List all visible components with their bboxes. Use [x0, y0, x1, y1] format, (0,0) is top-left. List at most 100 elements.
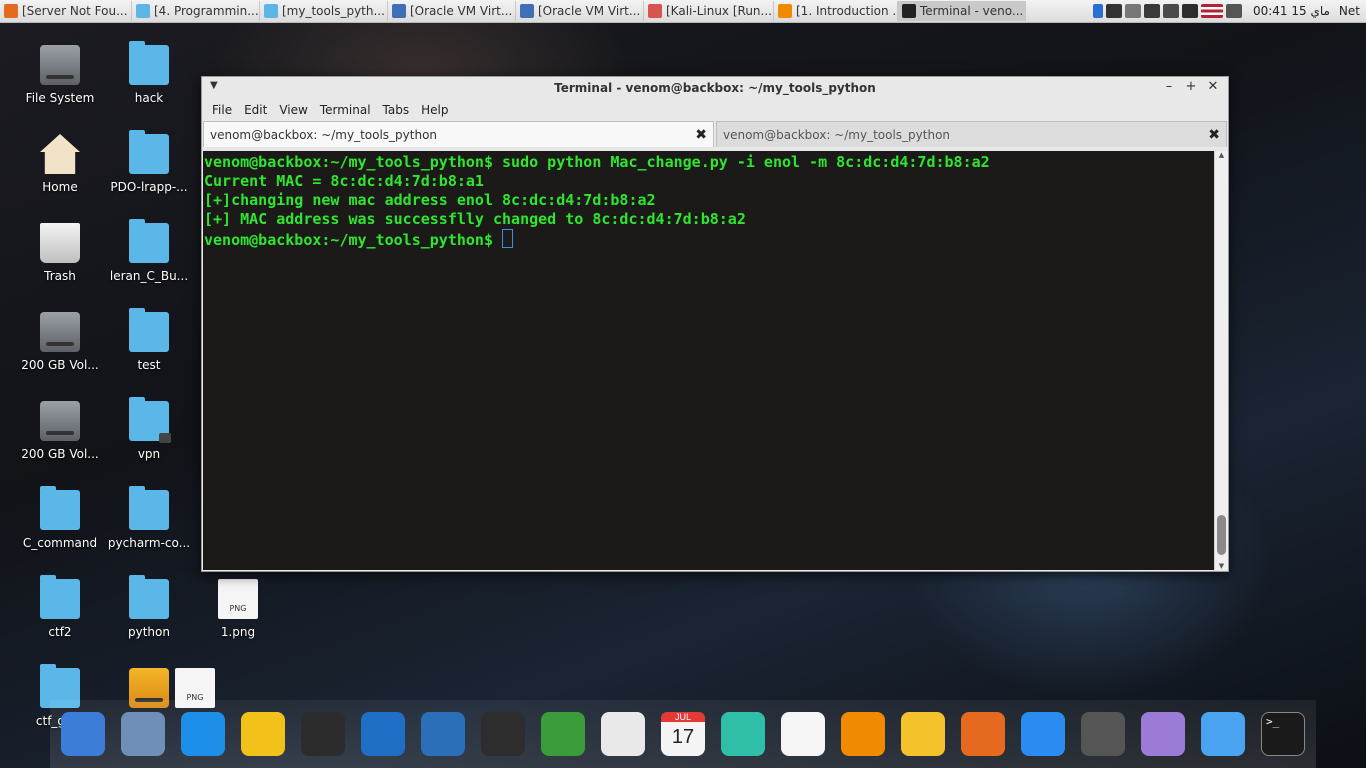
menu-edit[interactable]: Edit — [238, 103, 273, 117]
menu-file[interactable]: File — [206, 103, 238, 117]
scroll-thumb[interactable] — [1217, 515, 1226, 555]
desktop-icon[interactable]: 200 GB Vol... — [15, 401, 105, 461]
desktop-icon[interactable]: pycharm-co... — [104, 486, 194, 550]
finder-icon[interactable] — [1201, 712, 1245, 756]
desktop-icon-label: hack — [134, 91, 164, 105]
title-bar[interactable]: ▼ Terminal - venom@backbox: ~/my_tools_p… — [202, 77, 1228, 99]
desktop-icon-label: PDO-lrapp-... — [110, 180, 188, 194]
close-icon[interactable]: ✕ — [1206, 79, 1220, 94]
image-viewer-icon[interactable] — [1141, 712, 1185, 756]
maximize-icon[interactable]: + — [1184, 79, 1198, 94]
desktop-icon[interactable]: Home — [15, 134, 105, 194]
app-store-icon[interactable] — [181, 712, 225, 756]
folder-icon — [129, 575, 169, 619]
terminal-output[interactable]: venom@backbox:~/my_tools_python$ sudo py… — [203, 151, 1214, 570]
taskbar-button[interactable]: [Oracle VM Virt... — [516, 1, 644, 21]
script-editor-icon[interactable] — [241, 712, 285, 756]
taskbar-button[interactable]: [4. Programmin... — [132, 1, 260, 21]
firefox-icon[interactable] — [961, 712, 1005, 756]
wifi-icon[interactable] — [1105, 4, 1122, 18]
terminal-prompt-line: venom@backbox:~/my_tools_python$ — [204, 229, 1214, 250]
tab-close-icon[interactable]: ✖ — [695, 127, 707, 143]
desktop-icon[interactable]: vpn — [104, 397, 194, 461]
desktop-icon[interactable]: 200 GB Vol... — [15, 312, 105, 372]
desktop-icon[interactable]: File System — [15, 45, 105, 105]
notes-icon[interactable] — [781, 712, 825, 756]
desktop-icon-label: File System — [25, 91, 95, 105]
minimize-icon[interactable]: – — [1162, 79, 1176, 94]
desktop-icon[interactable]: test — [104, 308, 194, 372]
menu-help[interactable]: Help — [415, 103, 454, 117]
desktop-icon-label: python — [128, 625, 170, 639]
taskbar-button[interactable]: [Server Not Fou... — [0, 1, 132, 21]
menu-view[interactable]: View — [273, 103, 313, 117]
desktop-icon[interactable]: ctf2 — [15, 575, 105, 639]
folder-icon — [40, 486, 80, 530]
wireshark-icon[interactable] — [361, 712, 405, 756]
taskbar-button[interactable]: [Kali-Linux [Run... — [644, 1, 774, 21]
desktop-icon[interactable]: PDO-lrapp-... — [104, 130, 194, 194]
drive-tray-icon[interactable] — [1124, 4, 1141, 18]
menu-tabs[interactable]: Tabs — [377, 103, 416, 117]
calendar-icon[interactable]: JUL 17 — [661, 712, 705, 756]
folder-icon — [129, 130, 169, 174]
sublime-icon[interactable] — [1081, 712, 1125, 756]
taskbar-virtualbox-icon — [392, 4, 406, 18]
folder-icon — [40, 575, 80, 619]
drive-icon — [40, 45, 80, 85]
desktop-icon[interactable]: C_command — [15, 486, 105, 550]
taskbar-button[interactable]: Terminal - veno... — [898, 1, 1026, 21]
mail-icon[interactable] — [121, 712, 165, 756]
terminal-line: [+]changing new mac address enol 8c:dc:d… — [204, 191, 656, 209]
system-monitor-icon[interactable] — [301, 712, 345, 756]
network-globe-icon[interactable] — [541, 712, 585, 756]
volume-icon[interactable] — [1162, 4, 1179, 18]
safari-icon[interactable] — [1021, 712, 1065, 756]
video-icon[interactable] — [721, 712, 765, 756]
taskbar-terminal-icon — [902, 4, 916, 18]
window-title: Terminal - venom@backbox: ~/my_tools_pyt… — [554, 81, 876, 95]
keyboard-icon[interactable] — [1225, 4, 1242, 18]
folder-icon — [129, 486, 169, 530]
vlc-icon[interactable] — [841, 712, 885, 756]
desktop-icon-label: 200 GB Vol... — [21, 447, 99, 461]
png-icon — [218, 579, 258, 619]
pages-icon[interactable] — [601, 712, 645, 756]
bluetooth-icon[interactable] — [1092, 4, 1103, 18]
desktop-icon[interactable]: Trash — [15, 223, 105, 283]
desktop-icon-label: Home — [42, 180, 78, 194]
screenshot-icon[interactable] — [1181, 4, 1198, 18]
tab-2[interactable]: venom@backbox: ~/my_tools_python ✖ — [716, 121, 1227, 147]
desktop-icon[interactable]: hack — [104, 41, 194, 105]
desktop-icon[interactable]: leran_C_Bu... — [104, 219, 194, 283]
task-list: [Server Not Fou... [4. Programmin... [my_t… — [0, 1, 1026, 21]
terminal-window[interactable]: ▼ Terminal - venom@backbox: ~/my_tools_p… — [201, 76, 1229, 572]
taskbar-button[interactable]: [Oracle VM Virt... — [388, 1, 516, 21]
clock[interactable]: 00:41 15 ماي — [1253, 4, 1330, 18]
dock: JUL 17 >_ — [50, 700, 1316, 768]
taskbar-button[interactable]: [1. Introduction ... — [774, 1, 898, 21]
us-flag-icon[interactable] — [1200, 4, 1223, 18]
davinci-icon[interactable] — [481, 712, 525, 756]
scrollbar[interactable]: ▲ ▼ — [1214, 151, 1228, 570]
tab-close-icon[interactable]: ✖ — [1208, 127, 1220, 143]
menu-terminal[interactable]: Terminal — [314, 103, 377, 117]
launcher-icon[interactable] — [61, 712, 105, 756]
taskbar-firefox-icon — [4, 4, 18, 18]
desktop-icon-label: Trash — [44, 269, 76, 283]
terminal-icon[interactable]: >_ — [1261, 712, 1305, 756]
scroll-down-icon[interactable]: ▼ — [1215, 562, 1228, 570]
desktop-icon-label: ctf2 — [48, 625, 72, 639]
scroll-up-icon[interactable]: ▲ — [1215, 151, 1228, 159]
battery-icon[interactable] — [1143, 4, 1160, 18]
desktop-icon-label: 200 GB Vol... — [21, 358, 99, 372]
xcode-build-icon[interactable] — [901, 712, 945, 756]
desktop-icon-label: pycharm-co... — [107, 536, 191, 550]
desktop-icon[interactable]: python — [104, 575, 194, 639]
vscode-icon[interactable] — [421, 712, 465, 756]
network-label[interactable]: Net — [1339, 4, 1360, 18]
desktop-icon[interactable]: 1.png — [193, 579, 283, 639]
terminal-line: [+] MAC address was successflly changed … — [204, 210, 746, 228]
tab-1[interactable]: venom@backbox: ~/my_tools_python ✖ — [203, 121, 714, 147]
taskbar-button[interactable]: [my_tools_pyth... — [260, 1, 388, 21]
